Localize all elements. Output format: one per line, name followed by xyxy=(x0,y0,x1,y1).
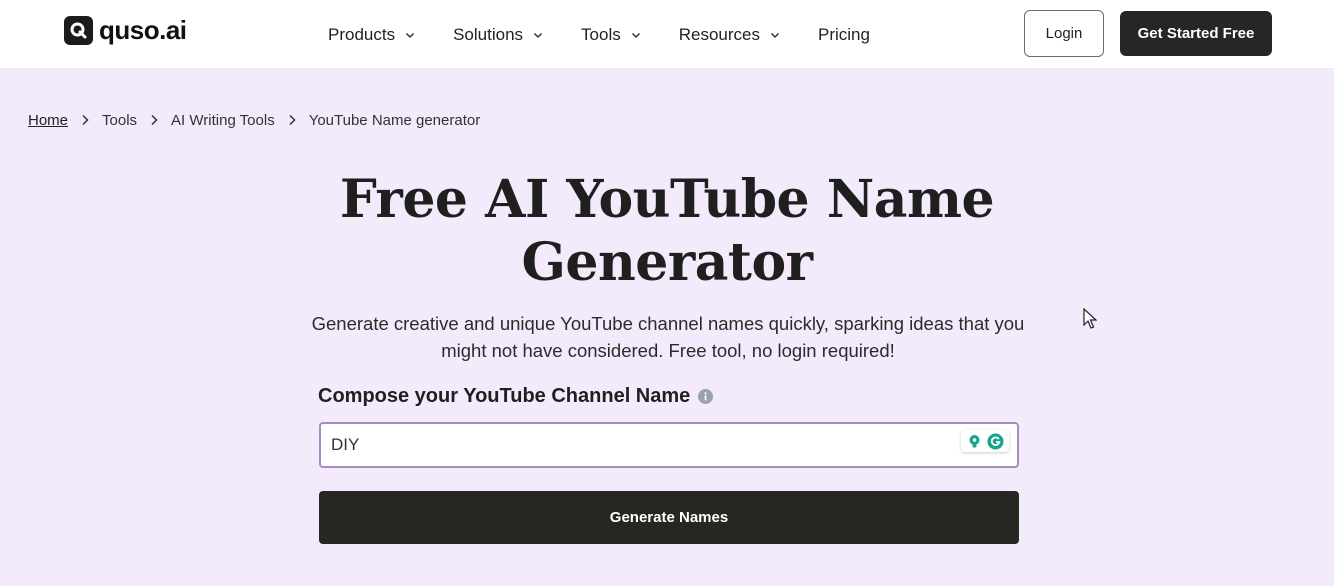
chevron-right-icon xyxy=(151,114,158,126)
nav-pricing-label: Pricing xyxy=(817,24,870,44)
chevron-down-icon xyxy=(406,32,415,38)
page-subtitle: Generate creative and unique YouTube cha… xyxy=(280,310,1056,364)
chevron-right-icon xyxy=(289,114,296,126)
login-button[interactable]: Login xyxy=(1024,10,1104,57)
nav-products-label: Products xyxy=(328,24,396,44)
chevron-right-icon xyxy=(82,114,89,126)
breadcrumb-ai-writing-tools[interactable]: AI Writing Tools xyxy=(171,112,275,129)
info-icon[interactable] xyxy=(698,389,714,404)
nav-solutions[interactable]: Solutions xyxy=(453,25,543,45)
channel-name-input[interactable] xyxy=(321,424,941,466)
get-started-button[interactable]: Get Started Free xyxy=(1120,11,1272,56)
logo-icon xyxy=(64,16,93,45)
nav-resources[interactable]: Resources xyxy=(679,25,780,45)
page-subtitle-line2: might not have considered. Free tool, no… xyxy=(441,340,895,361)
lightbulb-icon[interactable] xyxy=(966,433,983,450)
breadcrumb-tools[interactable]: Tools xyxy=(102,112,137,129)
page-title-line2: Generator xyxy=(521,232,813,293)
nav-tools-label: Tools xyxy=(581,24,621,44)
extension-icons xyxy=(961,430,1009,452)
channel-name-label: Compose your YouTube Channel Name xyxy=(318,385,714,408)
generate-names-button[interactable]: Generate Names xyxy=(319,491,1019,544)
main-nav: Products Solutions Tools Resources Prici… xyxy=(328,0,870,69)
breadcrumb: Home Tools AI Writing Tools YouTube Name… xyxy=(28,110,480,130)
top-nav-bar: quso.ai Products Solutions Tools Resourc… xyxy=(0,0,1334,69)
nav-tools[interactable]: Tools xyxy=(581,25,641,45)
page-subtitle-line1: Generate creative and unique YouTube cha… xyxy=(311,313,1025,334)
breadcrumb-home[interactable]: Home xyxy=(28,112,68,129)
nav-products[interactable]: Products xyxy=(328,25,415,45)
breadcrumb-current: YouTube Name generator xyxy=(308,111,481,129)
chevron-down-icon xyxy=(534,32,543,38)
grammarly-icon[interactable] xyxy=(987,433,1004,450)
channel-name-field[interactable] xyxy=(319,422,1019,468)
nav-resources-label: Resources xyxy=(678,24,760,44)
nav-pricing[interactable]: Pricing xyxy=(818,25,870,45)
channel-name-label-text: Compose your YouTube Channel Name xyxy=(318,385,691,407)
page-title: Free AI YouTube Name Generator xyxy=(0,168,1334,294)
chevron-down-icon xyxy=(631,32,640,38)
logo[interactable]: quso.ai xyxy=(64,16,187,45)
chevron-down-icon xyxy=(770,32,780,38)
page-title-line1: Free AI YouTube Name xyxy=(339,169,995,230)
logo-text: quso.ai xyxy=(99,15,187,45)
nav-solutions-label: Solutions xyxy=(453,24,524,44)
mouse-cursor-icon xyxy=(1083,308,1097,329)
